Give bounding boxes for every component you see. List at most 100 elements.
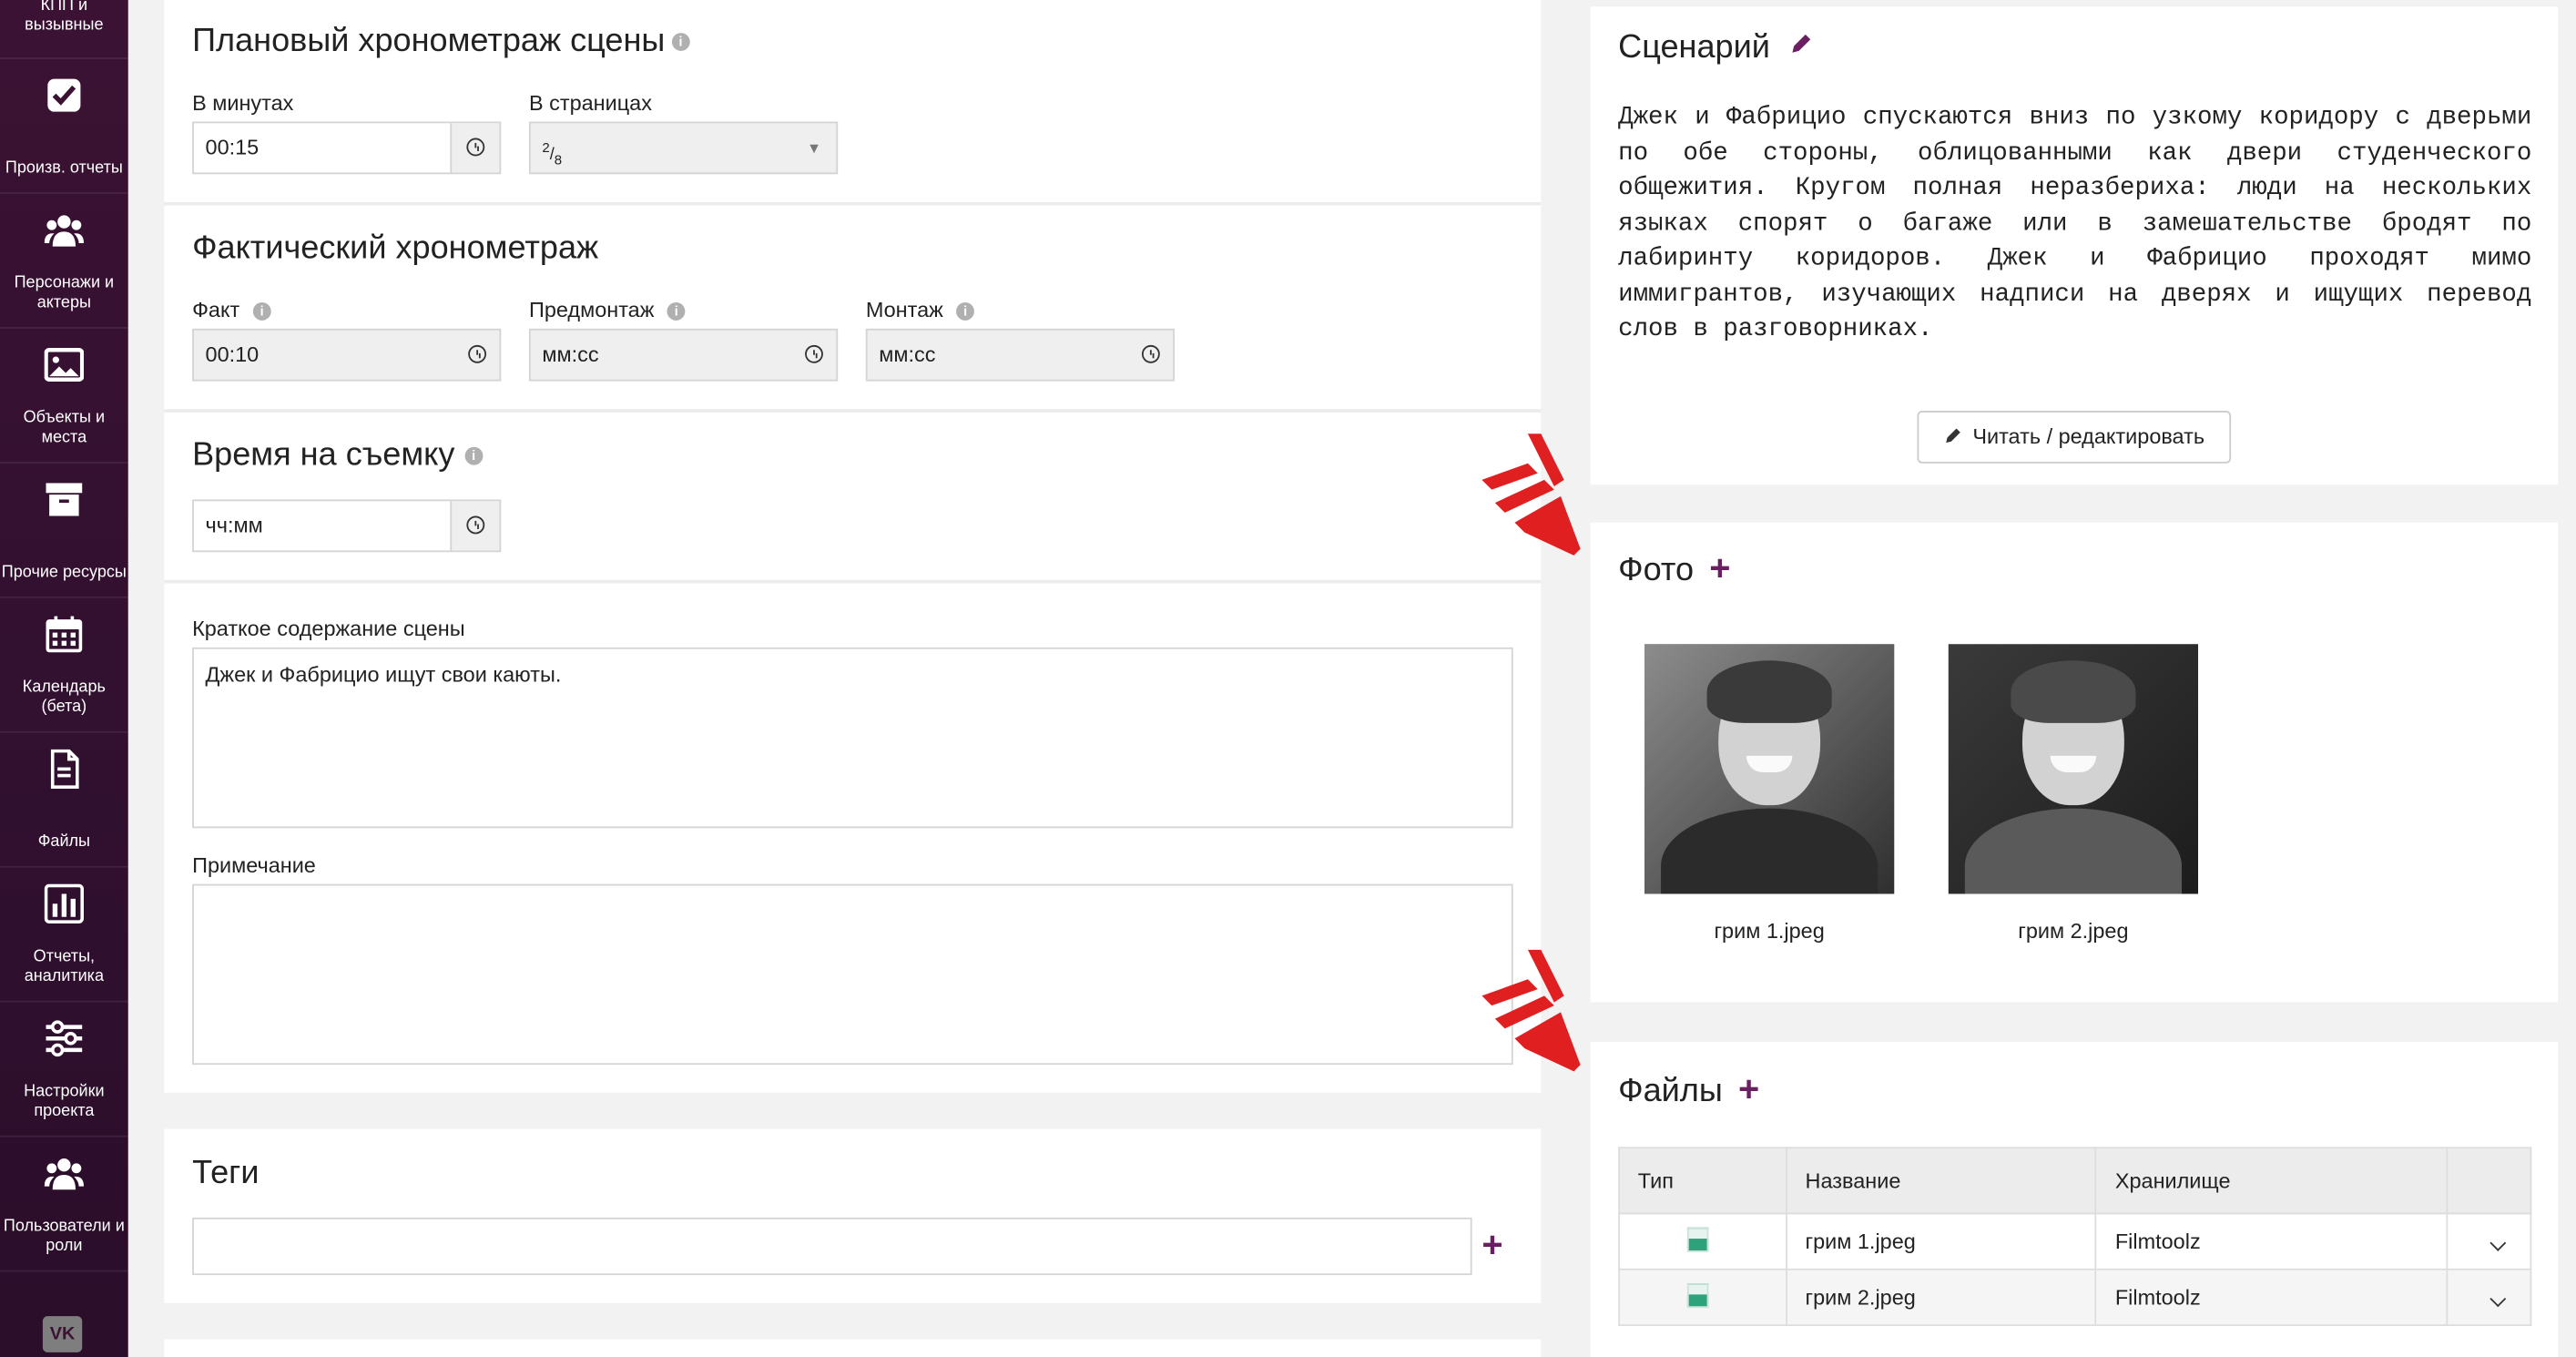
chevron-down-icon[interactable]: [2489, 1291, 2507, 1308]
minutes-label: В минутах: [192, 90, 294, 116]
divider: [164, 201, 1542, 206]
nav-label: Произв. отчеты: [5, 159, 123, 178]
nav-item-calendar[interactable]: Календарь (бета): [0, 598, 128, 733]
note-textarea[interactable]: [192, 883, 1513, 1066]
nav-label: Объекты и места: [23, 409, 106, 447]
minutes-input[interactable]: 00:15: [192, 121, 502, 175]
nav-item-characters[interactable]: Персонажи и актеры: [0, 194, 128, 329]
nav-item-files[interactable]: Файлы: [0, 733, 128, 868]
clock-icon[interactable]: [805, 344, 823, 363]
add-tag-button[interactable]: +: [1481, 1224, 1502, 1267]
pages-label: В страницах: [528, 90, 652, 116]
files-table: Тип Название Хранилище грим 1.jpeg Filmt…: [1618, 1147, 2532, 1326]
info-icon[interactable]: i: [252, 302, 271, 321]
info-icon[interactable]: i: [956, 302, 975, 321]
checkbox-icon: [47, 78, 81, 112]
scene-details-panel: Плановый хронометраж сцены i В минутах 00…: [164, 0, 1542, 1093]
nav-item-reports[interactable]: Произв. отчеты: [0, 59, 128, 194]
pencil-icon: [1946, 428, 1960, 444]
nav-item-resources[interactable]: Прочие ресурсы: [0, 464, 128, 598]
premontage-label: Предмонтаж i: [529, 298, 686, 322]
files-panel: Файлы + Тип Название Хранилище грим 1.jp…: [1590, 1041, 2559, 1357]
column-header: Название: [1785, 1147, 2097, 1215]
divider: [164, 409, 1542, 413]
column-header: Хранилище: [2095, 1147, 2449, 1215]
archive-icon: [46, 483, 83, 516]
file-storage: Filmtoolz: [2095, 1212, 2449, 1270]
summary-label: Краткое содержание сцены: [192, 616, 465, 641]
nav-label: Персонажи и актеры: [14, 274, 115, 312]
fact-label: Факт i: [192, 298, 271, 322]
photos-title: Фото +: [1618, 546, 1731, 588]
divider: [164, 579, 1542, 584]
vk-icon[interactable]: VK: [42, 1316, 83, 1352]
planned-title: Плановый хронометраж сцены i: [192, 23, 690, 60]
nav-label: Прочие ресурсы: [1, 563, 127, 582]
actual-title: Фактический хронометраж: [192, 230, 599, 267]
files-title: Файлы +: [1618, 1067, 1760, 1109]
photo-thumbnail[interactable]: [1644, 644, 1895, 894]
file-name[interactable]: грим 2.jpeg: [1785, 1268, 2097, 1326]
clock-icon: [466, 138, 485, 157]
montage-input[interactable]: мм:сс: [865, 328, 1176, 382]
pencil-icon[interactable]: [1789, 33, 1812, 56]
nav-label: Календарь (бета): [22, 678, 106, 717]
nav-label: Пользователи и роли: [3, 1217, 125, 1256]
sidebar: КПП и вызывные Произв. отчеты Персонажи …: [0, 0, 128, 1357]
nav-label: КПП и вызывные: [25, 0, 104, 35]
info-icon[interactable]: i: [667, 302, 686, 321]
chart-icon: [44, 883, 85, 923]
file-name[interactable]: грим 1.jpeg: [1785, 1212, 2097, 1270]
sliders-icon: [46, 1020, 83, 1057]
table-row[interactable]: грим 1.jpeg Filmtoolz: [1618, 1212, 2532, 1270]
clock-icon[interactable]: [468, 344, 487, 363]
table-row[interactable]: грим 2.jpeg Filmtoolz: [1618, 1268, 2532, 1326]
photo-caption: грим 1.jpeg: [1714, 918, 1825, 944]
nav-item-settings[interactable]: Настройки проекта: [0, 1003, 128, 1138]
pages-select[interactable]: 2/8 ▼: [528, 121, 839, 175]
nav-label: Настройки проекта: [24, 1082, 105, 1121]
image-icon: [44, 348, 85, 383]
read-edit-button[interactable]: Читать / редактировать: [1917, 411, 2232, 464]
people-icon: [44, 215, 85, 247]
red-arrow-icon: [1481, 434, 1581, 556]
tags-input[interactable]: [192, 1217, 1472, 1276]
info-icon[interactable]: i: [464, 447, 484, 465]
image-file-icon: [1686, 1282, 1709, 1308]
tags-panel: Теги +: [164, 1128, 1542, 1303]
shoot-title: Время на съемку i: [192, 437, 484, 474]
montage-label: Монтаж i: [866, 298, 975, 322]
clock-icon: [466, 515, 485, 535]
add-file-button[interactable]: +: [1738, 1068, 1759, 1109]
nav-item-locations[interactable]: Объекты и места: [0, 329, 128, 464]
nav-item-analytics[interactable]: Отчеты, аналитика: [0, 868, 128, 1003]
script-panel: Сценарий Джек и Фабрицио спускаются вниз…: [1590, 6, 2559, 485]
file-storage: Filmtoolz: [2095, 1268, 2449, 1326]
info-icon[interactable]: i: [671, 33, 690, 52]
fact-input[interactable]: 00:10: [192, 328, 502, 382]
file-icon: [50, 749, 79, 790]
next-panel: [164, 1339, 1542, 1357]
script-title: Сценарий: [1618, 29, 1812, 66]
clock-button[interactable]: [450, 501, 500, 551]
note-label: Примечание: [192, 852, 316, 878]
caret-down-icon: ▼: [807, 139, 822, 157]
tags-title: Теги: [192, 1155, 260, 1192]
shoot-time-input[interactable]: чч:мм: [192, 499, 502, 553]
chevron-down-icon[interactable]: [2489, 1234, 2507, 1251]
add-photo-button[interactable]: +: [1709, 547, 1730, 588]
nav-item-users[interactable]: Пользователи и роли: [0, 1138, 128, 1272]
premontage-input[interactable]: мм:сс: [528, 328, 839, 382]
script-text: Джек и Фабрицио спускаются вниз по узком…: [1618, 101, 2532, 344]
photo-thumbnail[interactable]: [1948, 644, 2199, 894]
image-file-icon: [1686, 1226, 1709, 1251]
column-header: [2446, 1147, 2532, 1215]
photo-caption: грим 2.jpeg: [2018, 918, 2129, 944]
clock-button[interactable]: [450, 123, 500, 173]
photos-panel: Фото + грим 1.jpeg грим 2.jpeg: [1590, 522, 2559, 1003]
clock-icon[interactable]: [1141, 344, 1160, 363]
nav-label: Файлы: [37, 832, 91, 852]
nav-item-callsheets[interactable]: КПП и вызывные: [0, 0, 128, 59]
summary-textarea[interactable]: Джек и Фабрицио ищут свои каюты.: [192, 647, 1513, 829]
users-icon: [44, 1158, 85, 1190]
